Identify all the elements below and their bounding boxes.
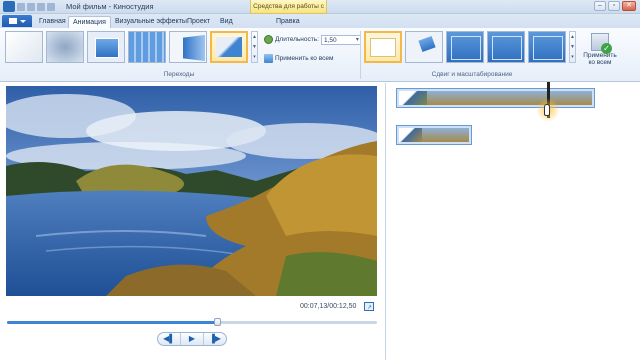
transition-box[interactable]	[87, 31, 125, 63]
clock-icon	[264, 35, 273, 44]
transitions-group-label: Переходы	[163, 71, 195, 78]
chevron-down-icon	[20, 20, 26, 23]
maximize-button[interactable]: ▫	[608, 1, 620, 11]
duration-label: Длительность:	[275, 36, 319, 43]
tab-project[interactable]: Проект	[183, 16, 214, 28]
previous-frame-button[interactable]: ◀▌	[158, 333, 180, 345]
minimize-button[interactable]: –	[594, 1, 606, 11]
fullscreen-icon: ↗	[367, 305, 373, 311]
app-menu-icon[interactable]	[3, 1, 15, 12]
quick-access-toolbar	[3, 1, 55, 12]
transition-crossfade[interactable]	[46, 31, 84, 63]
ribbon-tabs: Главная Анимация Визуальные эффекты Прое…	[0, 14, 640, 28]
contextual-group-label: Средства для работы с видео	[250, 0, 327, 23]
ribbon: ▲▼▾ Длительность: 1,50 Применить ко всем…	[0, 28, 640, 82]
clip-frame	[399, 91, 427, 105]
play-button[interactable]: ▶	[180, 333, 203, 345]
window-title: Мой фильм - Киностудия	[66, 2, 154, 11]
video-preview[interactable]	[6, 86, 377, 296]
pane-divider[interactable]	[385, 83, 386, 360]
duration-select[interactable]: 1,50	[320, 34, 361, 45]
pan-zoom-none-selected[interactable]	[364, 31, 402, 63]
tab-view[interactable]: Вид	[216, 16, 237, 28]
tab-home[interactable]: Главная	[35, 16, 70, 28]
pan-zoom-gallery-scroll[interactable]: ▲ ▼ ▾	[569, 31, 576, 63]
pan-zoom-group-label: Сдвиг и масштабирование	[431, 71, 513, 78]
transition-none[interactable]	[5, 31, 43, 63]
checkmark-icon: ✓	[601, 43, 612, 54]
redo-icon[interactable]	[37, 3, 45, 11]
apply-all-large-label-2: ко всем	[588, 59, 612, 66]
undo-icon[interactable]	[27, 3, 35, 11]
clip-frame	[422, 128, 446, 142]
tab-visual-effects[interactable]: Визуальные эффекты	[111, 16, 191, 28]
close-button[interactable]: ✕	[622, 1, 636, 11]
clip-frame	[564, 91, 593, 105]
river-landscape-image	[6, 86, 377, 296]
clip-frame	[399, 128, 423, 142]
file-menu-button[interactable]	[2, 15, 32, 27]
next-frame-button[interactable]: ▐▶	[203, 333, 226, 345]
playback-controls: ◀▌ ▶ ▐▶	[157, 332, 227, 346]
fullscreen-button[interactable]: ↗	[364, 302, 374, 311]
save-icon[interactable]	[17, 3, 25, 11]
clip-frame	[454, 91, 482, 105]
pan-zoom-up-right[interactable]	[528, 31, 566, 63]
clip-frame	[426, 91, 455, 105]
transition-diagonal-selected[interactable]	[210, 31, 248, 63]
apply-all-transitions-button[interactable]: Применить ко всем	[264, 53, 333, 64]
timecode: 00:07,13/00:12,50	[300, 303, 357, 310]
duration-control: Длительность: 1,50	[264, 34, 361, 45]
seek-bar[interactable]	[7, 318, 377, 326]
storyboard-clip-1[interactable]	[396, 88, 595, 108]
customize-qat-icon[interactable]	[47, 3, 55, 11]
transition-flip[interactable]	[169, 31, 207, 63]
transition-checkerboard[interactable]	[128, 31, 166, 63]
apply-all-icon	[264, 54, 273, 63]
title-bar: Мой фильм - Киностудия Средства для рабо…	[0, 0, 640, 23]
pan-zoom-up-center[interactable]	[487, 31, 525, 63]
preview-pane: 00:07,13/00:12,50 ↗ ◀▌ ▶ ▐▶	[0, 83, 386, 360]
apply-all-label: Применить ко всем	[275, 55, 334, 62]
tab-animation[interactable]: Анимация	[68, 16, 111, 28]
pan-zoom-up-left[interactable]	[446, 31, 484, 63]
clip-frame	[481, 91, 510, 105]
clip-frame	[509, 91, 537, 105]
pan-zoom-auto[interactable]	[405, 31, 443, 63]
apply-all-pan-zoom-button[interactable]: ✓ Применить ко всем	[583, 31, 617, 77]
file-menu-icon	[9, 18, 17, 24]
apply-all-large-icon: ✓	[591, 33, 612, 54]
group-separator	[360, 31, 361, 79]
mouse-cursor	[544, 104, 550, 116]
transitions-gallery-scroll[interactable]: ▲ ▼ ▾	[251, 31, 258, 63]
seek-progress	[7, 321, 218, 324]
tab-edit[interactable]: Правка	[272, 16, 304, 28]
seek-handle[interactable]	[213, 318, 221, 326]
clip-frame	[445, 128, 469, 142]
window-controls: – ▫ ✕	[594, 1, 636, 11]
storyboard-clip-2[interactable]	[396, 125, 472, 145]
apply-all-large-label-1: Применить	[583, 52, 617, 59]
